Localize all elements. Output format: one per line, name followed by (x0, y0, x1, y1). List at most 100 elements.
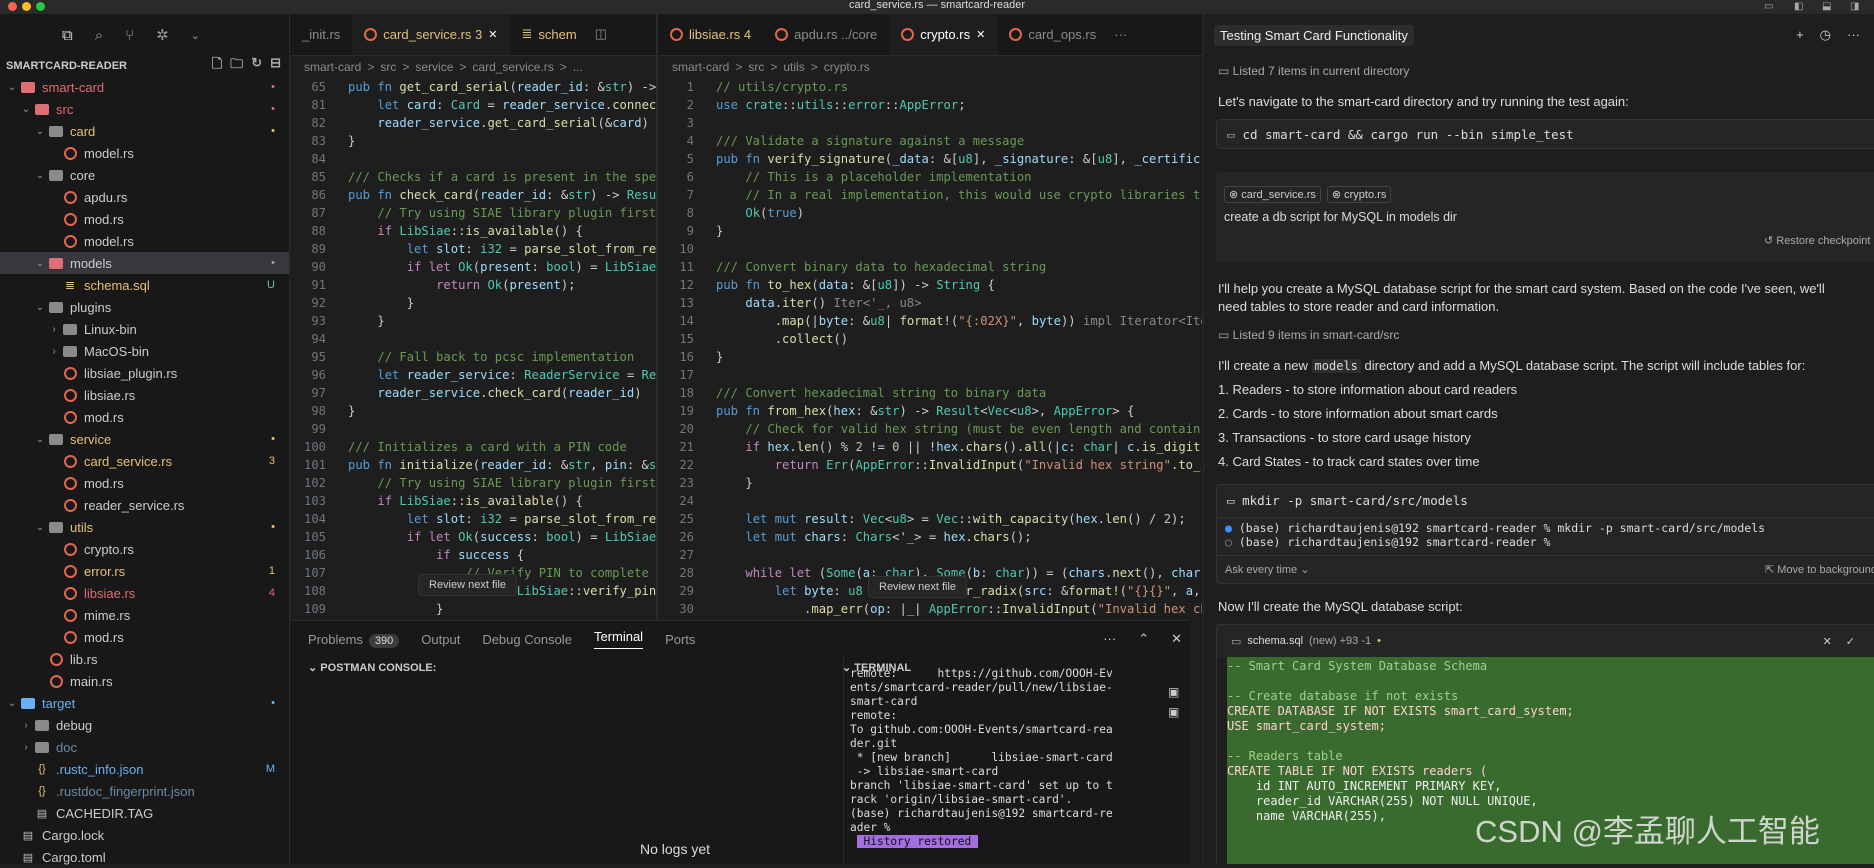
editor-tab[interactable]: _init.rs (290, 14, 352, 55)
code-line[interactable]: 95 // Fall back to pcsc implementation (290, 348, 658, 366)
command-box[interactable]: ▭ cd smart-card && cargo run --bin simple… (1216, 119, 1874, 149)
tab-output[interactable]: Output (421, 632, 460, 647)
code-line[interactable]: 102 // Try using SIAE library plugin fir… (290, 474, 658, 492)
chat-title[interactable]: Testing Smart Card Functionality (1214, 24, 1414, 46)
terminal-instance-icon[interactable]: ▣ (1168, 685, 1179, 699)
chevron-down-icon[interactable]: ⌄ (191, 29, 200, 42)
code-line[interactable]: 96 let reader_service: ReaderService = R… (290, 366, 658, 384)
code-line[interactable]: 1 // utils/crypto.rs (658, 78, 1202, 96)
tree-item[interactable]: mod.rs (0, 472, 289, 494)
code-line[interactable]: 22 return Err(AppError::InvalidInput("In… (658, 456, 1202, 474)
layout-icon[interactable]: ▭ (1764, 1, 1773, 12)
code-line[interactable]: 23 } (658, 474, 1202, 492)
tree-item[interactable]: › debug (0, 714, 289, 736)
layout-right-icon[interactable]: ◨ (1850, 1, 1859, 12)
editor-tab[interactable]: card_service.rs 3 ✕ (352, 14, 510, 55)
review-next-file-button[interactable]: Review next file (418, 574, 518, 596)
breadcrumb-item[interactable]: src (748, 60, 764, 74)
code-line[interactable]: 10 (658, 240, 1202, 258)
tree-item[interactable]: › MacOS-bin (0, 340, 289, 362)
close-tab-icon[interactable]: ✕ (488, 28, 497, 41)
tab-ports[interactable]: Ports (665, 632, 695, 647)
code-line[interactable]: 13 data.iter() Iter<'_, u8> (658, 294, 1202, 312)
tree-item[interactable]: ⌄ models • (0, 252, 289, 274)
terminal-instance-icon[interactable]: ▣ (1168, 705, 1179, 719)
code-line[interactable]: 90 if let Ok(present: bool) = LibSiae (290, 258, 658, 276)
tree-item[interactable]: libsiae.rs (0, 384, 289, 406)
breadcrumb-item[interactable]: ... (573, 60, 583, 74)
history-icon[interactable]: ◷ (1820, 27, 1831, 43)
code-line[interactable]: 83} (290, 132, 658, 150)
more-icon[interactable]: ··· (1103, 631, 1116, 647)
more-icon[interactable]: ··· (1847, 27, 1860, 43)
code-line[interactable]: 91 return Ok(present); (290, 276, 658, 294)
code-line[interactable]: 82 reader_service.get_card_serial(&card) (290, 114, 658, 132)
ask-every-time-dropdown[interactable]: Ask every time ⌄ (1225, 563, 1309, 576)
code-line[interactable]: 88 if LibSiae::is_available() { (290, 222, 658, 240)
code-line[interactable]: 94 (290, 330, 658, 348)
review-next-file-button[interactable]: Review next file (868, 576, 968, 598)
code-line[interactable]: 17 (658, 366, 1202, 384)
tree-item[interactable]: ⌄ core (0, 164, 289, 186)
tree-item[interactable]: mod.rs (0, 406, 289, 428)
code-line[interactable]: 27 (658, 546, 1202, 564)
tree-item[interactable]: ⌄ smart-card • (0, 76, 289, 98)
code-line[interactable]: 18 /// Convert hexadecimal string to bina… (658, 384, 1202, 402)
breadcrumb-item[interactable]: card_service.rs (472, 60, 553, 74)
close-tab-icon[interactable]: ✕ (976, 28, 985, 41)
code-line[interactable]: 99 (290, 420, 658, 438)
refresh-icon[interactable]: ↻ (251, 55, 262, 77)
move-to-background-button[interactable]: ⇱ Move to background (1765, 563, 1874, 576)
breadcrumb-item[interactable]: utils (783, 60, 804, 74)
code-area[interactable]: 65 pub fn get_card_serial(reader_id: &str… (290, 78, 658, 618)
tree-item[interactable]: › doc (0, 736, 289, 758)
editor-tab[interactable]: card_ops.rs (997, 14, 1108, 55)
layout-panel-icon[interactable]: ⬓ (1822, 1, 1831, 12)
code-line[interactable]: 93 } (290, 312, 658, 330)
tab-debug-console[interactable]: Debug Console (482, 632, 572, 647)
tree-item[interactable]: crypto.rs (0, 538, 289, 560)
code-line[interactable]: 89 let slot: i32 = parse_slot_from_re (290, 240, 658, 258)
tree-item[interactable]: libsiae.rs 4 (0, 582, 289, 604)
code-line[interactable]: 81 let card: Card = reader_service.conne… (290, 96, 658, 114)
code-line[interactable]: 8 Ok(true) (658, 204, 1202, 222)
tree-item[interactable]: libsiae_plugin.rs (0, 362, 289, 384)
tree-item[interactable]: {} .rustc_info.json M (0, 758, 289, 780)
tree-item[interactable]: mime.rs (0, 604, 289, 626)
code-line[interactable]: 20 // Check for valid hex string (must b… (658, 420, 1202, 438)
code-line[interactable]: 4 /// Validate a signature against a mess… (658, 132, 1202, 150)
code-line[interactable]: 2 use crate::utils::error::AppError; (658, 96, 1202, 114)
tree-item[interactable]: ≣ schema.sql U (0, 274, 289, 296)
new-folder-icon[interactable]: 🗀 (230, 55, 243, 77)
collapse-all-icon[interactable]: ⊟ (270, 55, 281, 77)
code-line[interactable]: 25 let mut result: Vec<u8> = Vec::with_c… (658, 510, 1202, 528)
reject-icon[interactable]: ✕ (1823, 635, 1832, 648)
split-editor-icon[interactable]: ◫ (589, 14, 613, 55)
close-panel-icon[interactable]: ✕ (1171, 631, 1182, 647)
code-line[interactable]: 97 reader_service.check_card(reader_id) (290, 384, 658, 402)
code-line[interactable]: 85 /// Checks if a card is present in the… (290, 168, 658, 186)
restore-checkpoint-button[interactable]: ↺ Restore checkpoint (1764, 234, 1870, 247)
code-line[interactable]: 5 pub fn verify_signature(_data: &[u8], _… (658, 150, 1202, 168)
breadcrumb-item[interactable]: crypto.rs (824, 60, 870, 74)
context-chip[interactable]: ⊗ crypto.rs (1326, 186, 1392, 203)
code-line[interactable]: 65 pub fn get_card_serial(reader_id: &str… (290, 78, 658, 96)
source-control-icon[interactable]: ⑂ (125, 27, 134, 44)
code-line[interactable]: 92 } (290, 294, 658, 312)
tree-item[interactable]: {} .rustdoc_fingerprint.json (0, 780, 289, 802)
terminal-output[interactable]: remote: https://github.com/OOOH-Ev ents/… (843, 657, 1139, 865)
tree-item[interactable]: ⌄ src • (0, 98, 289, 120)
tree-item[interactable]: ⌄ utils • (0, 516, 289, 538)
code-line[interactable]: 15 .collect() (658, 330, 1202, 348)
code-line[interactable]: 6 // This is a placeholder implementatio… (658, 168, 1202, 186)
accept-icon[interactable]: ✓ (1846, 635, 1855, 648)
tree-item[interactable]: ▤ Cargo.lock (0, 824, 289, 846)
code-line[interactable]: 86 pub fn check_card(reader_id: &str) -> … (290, 186, 658, 204)
code-line[interactable]: 109 } (290, 600, 658, 618)
new-chat-icon[interactable]: + (1796, 27, 1804, 43)
tab-terminal[interactable]: Terminal (593, 629, 644, 649)
breadcrumb-item[interactable]: smart-card (304, 60, 361, 74)
tree-item[interactable]: ⌄ card • (0, 120, 289, 142)
code-area[interactable]: 1 // utils/crypto.rs 2 use crate::utils::er… (658, 78, 1202, 620)
code-line[interactable]: 101 pub fn initialize(reader_id: &str, pi… (290, 456, 658, 474)
